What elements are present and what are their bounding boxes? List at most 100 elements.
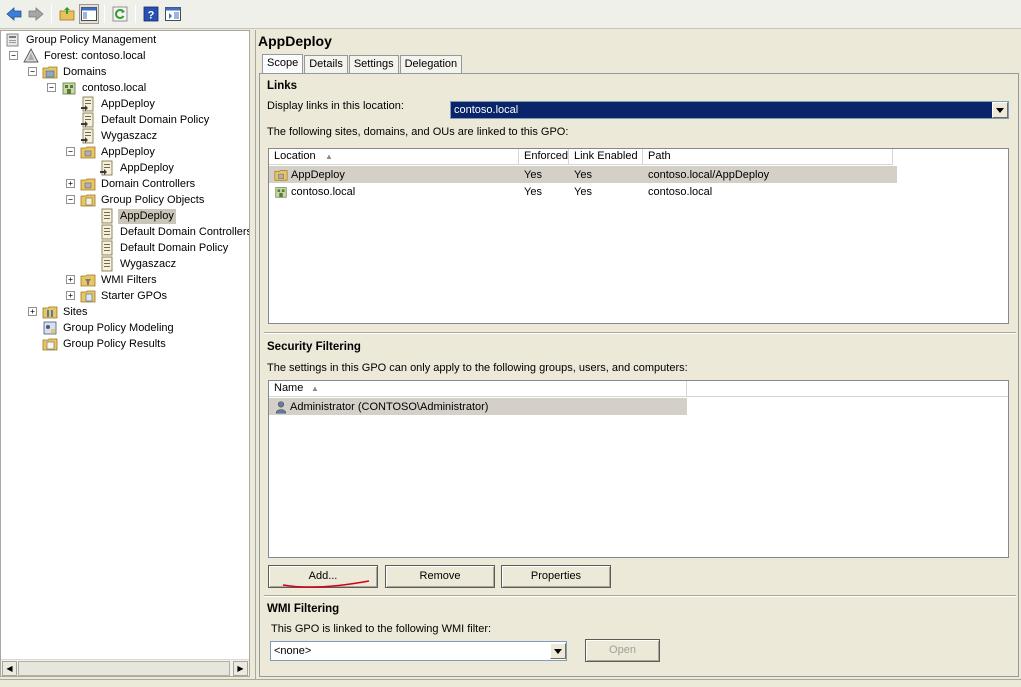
link-path: contoso.local/AppDeploy bbox=[648, 168, 770, 181]
tab-scope[interactable]: Scope bbox=[262, 54, 304, 74]
toolbar-separator bbox=[135, 5, 136, 23]
tree-item-domain-controllers[interactable]: Domain Controllers bbox=[80, 176, 197, 192]
tree-item-forest[interactable]: Forest: contoso.local bbox=[23, 48, 148, 64]
help-icon[interactable]: ? bbox=[141, 4, 161, 24]
tree-item-domain[interactable]: contoso.local bbox=[61, 80, 148, 96]
link-path: contoso.local bbox=[648, 185, 713, 198]
gpo-icon bbox=[99, 240, 115, 256]
tree-label: WMI Filters bbox=[101, 273, 157, 286]
tree-label: Domain Controllers bbox=[101, 177, 196, 190]
gpm-console-icon bbox=[5, 32, 21, 48]
collapse-toggle[interactable]: − bbox=[47, 83, 56, 92]
domain-icon bbox=[275, 186, 287, 198]
tree-label: contoso.local bbox=[82, 81, 147, 94]
display-links-value: contoso.local bbox=[454, 104, 519, 116]
gpo-icon bbox=[99, 224, 115, 240]
toolbar-separator bbox=[104, 5, 105, 23]
gpo-detail-pane: AppDeploy Scope Details Settings Delegat… bbox=[255, 30, 1021, 680]
scroll-thumb[interactable] bbox=[18, 661, 230, 676]
security-list-header: Name ▲ bbox=[269, 381, 1008, 397]
page-title: AppDeploy bbox=[258, 33, 332, 49]
gpo-link-icon bbox=[80, 96, 96, 112]
gpo-container-icon bbox=[80, 192, 96, 208]
security-filtering-heading: Security Filtering bbox=[267, 341, 361, 353]
show-hide-console-tree-icon[interactable] bbox=[79, 4, 99, 24]
open-button[interactable]: Open bbox=[585, 639, 660, 662]
expand-toggle[interactable]: + bbox=[28, 307, 37, 316]
properties-button[interactable]: Properties bbox=[501, 565, 611, 588]
tree-item-gpm-root[interactable]: Group Policy Management bbox=[5, 32, 158, 48]
chevron-down-icon[interactable] bbox=[550, 643, 566, 659]
tree-item-domains[interactable]: Domains bbox=[42, 64, 108, 80]
refresh-icon[interactable] bbox=[110, 4, 130, 24]
collapse-toggle[interactable]: − bbox=[66, 147, 75, 156]
tree-item-group-policy-results[interactable]: Group Policy Results bbox=[42, 336, 168, 352]
column-header-location[interactable]: Location ▲ bbox=[269, 149, 519, 165]
gpo-link-icon bbox=[80, 112, 96, 128]
tree-label: Default Domain Policy bbox=[101, 113, 210, 126]
ou-folder-icon bbox=[80, 176, 96, 192]
tree-item-gpo-appdeploy[interactable]: AppDeploy bbox=[99, 208, 176, 224]
up-folder-icon[interactable] bbox=[57, 4, 77, 24]
column-header-name[interactable]: Name ▲ bbox=[269, 381, 687, 397]
chevron-down-icon[interactable] bbox=[992, 102, 1008, 118]
wmi-filter-value: <none> bbox=[274, 645, 312, 657]
column-header-path[interactable]: Path bbox=[643, 149, 893, 165]
links-list[interactable]: Location ▲ Enforced Link Enabled Path App… bbox=[268, 148, 1009, 324]
back-icon[interactable] bbox=[4, 4, 24, 24]
column-header-enforced[interactable]: Enforced bbox=[519, 149, 569, 165]
tree-label: Default Domain Controllers bbox=[120, 225, 250, 238]
links-row[interactable]: contoso.local Yes Yes contoso.local bbox=[269, 183, 897, 200]
tree-item-link-default-domain-policy[interactable]: Default Domain Policy bbox=[80, 112, 211, 128]
collapse-toggle[interactable]: − bbox=[9, 51, 18, 60]
link-location: AppDeploy bbox=[291, 168, 345, 181]
horizontal-scrollbar[interactable]: ◀ ▶ bbox=[1, 659, 249, 676]
remove-button[interactable]: Remove bbox=[385, 565, 495, 588]
scroll-right-icon[interactable]: ▶ bbox=[233, 661, 248, 676]
wmi-filter-select[interactable]: <none> bbox=[270, 641, 567, 661]
tree-label: Sites bbox=[63, 305, 88, 318]
add-button[interactable]: Add... bbox=[268, 565, 378, 588]
column-header-link-enabled[interactable]: Link Enabled bbox=[569, 149, 643, 165]
tree-item-link-appdeploy[interactable]: AppDeploy bbox=[80, 96, 157, 112]
tree-item-wmi-filters[interactable]: WMI Filters bbox=[80, 272, 159, 288]
security-row[interactable]: Administrator (CONTOSO\Administrator) bbox=[269, 398, 687, 415]
expand-toggle[interactable]: + bbox=[66, 291, 75, 300]
tree-item-link-wygaszacz[interactable]: Wygaszacz bbox=[80, 128, 159, 144]
tab-delegation[interactable]: Delegation bbox=[399, 55, 463, 74]
forest-icon bbox=[23, 48, 39, 64]
tab-details[interactable]: Details bbox=[304, 55, 348, 74]
console-tree[interactable]: Group Policy Management − Forest: contos… bbox=[0, 30, 250, 677]
collapse-toggle[interactable]: − bbox=[28, 67, 37, 76]
forward-icon[interactable] bbox=[26, 4, 46, 24]
tree-item-gpo-default-dc[interactable]: Default Domain Controllers bbox=[99, 224, 250, 240]
tree-item-sites[interactable]: Sites bbox=[42, 304, 89, 320]
display-links-select[interactable]: contoso.local bbox=[450, 101, 1009, 119]
properties-pane-icon[interactable] bbox=[163, 4, 183, 24]
tree-view: Group Policy Management − Forest: contos… bbox=[1, 31, 249, 659]
gpo-icon bbox=[99, 256, 115, 272]
section-divider bbox=[264, 332, 1016, 334]
tree-item-group-policy-objects[interactable]: Group Policy Objects bbox=[80, 192, 206, 208]
tab-strip: Scope Details Settings Delegation bbox=[262, 54, 463, 74]
links-row[interactable]: AppDeploy Yes Yes contoso.local/AppDeplo… bbox=[269, 166, 897, 183]
display-links-label: Display links in this location: bbox=[267, 100, 404, 112]
tab-settings[interactable]: Settings bbox=[348, 55, 399, 74]
tree-item-starter-gpos[interactable]: Starter GPOs bbox=[80, 288, 169, 304]
expand-toggle[interactable]: + bbox=[66, 179, 75, 188]
security-filtering-list[interactable]: Name ▲ Administrator (CONTOSO\Administrat… bbox=[268, 380, 1009, 558]
tree-item-gpo-default-domain[interactable]: Default Domain Policy bbox=[99, 240, 230, 256]
security-filtering-description: The settings in this GPO can only apply … bbox=[267, 362, 688, 374]
sites-folder-icon bbox=[42, 304, 58, 320]
tree-label: AppDeploy bbox=[101, 145, 155, 158]
tree-item-ou-link-appdeploy[interactable]: AppDeploy bbox=[99, 160, 176, 176]
wmi-folder-icon bbox=[80, 272, 96, 288]
collapse-toggle[interactable]: − bbox=[66, 195, 75, 204]
tree-item-group-policy-modeling[interactable]: Group Policy Modeling bbox=[42, 320, 176, 336]
expand-toggle[interactable]: + bbox=[66, 275, 75, 284]
security-principal-name: Administrator (CONTOSO\Administrator) bbox=[290, 400, 489, 413]
tree-item-gpo-wygaszacz[interactable]: Wygaszacz bbox=[99, 256, 178, 272]
tree-item-ou-appdeploy[interactable]: AppDeploy bbox=[80, 144, 157, 160]
annotation-underline bbox=[282, 580, 370, 588]
scroll-left-icon[interactable]: ◀ bbox=[2, 661, 17, 676]
